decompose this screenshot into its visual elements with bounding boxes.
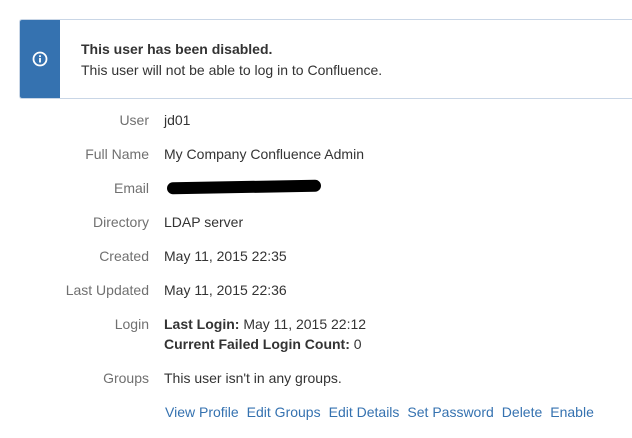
edit-groups-link[interactable]: Edit Groups — [247, 404, 321, 420]
failed-login-count-value: 0 — [353, 336, 362, 352]
banner-title: This user has been disabled. — [81, 41, 273, 57]
disabled-user-banner: This user has been disabled. This user w… — [19, 19, 632, 99]
groups-label: Groups — [103, 370, 149, 386]
email-redaction-mark — [166, 179, 322, 195]
banner-message: This user will not be able to log in to … — [81, 62, 383, 78]
last-updated-value: May 11, 2015 22:36 — [164, 282, 287, 298]
banner-icon-bar — [20, 20, 60, 98]
enable-link[interactable]: Enable — [550, 404, 594, 420]
last-updated-label: Last Updated — [65, 282, 149, 298]
info-icon — [32, 51, 48, 67]
user-details-page: This user has been disabled. This user w… — [0, 0, 632, 438]
last-login-value: May 11, 2015 22:12 — [243, 316, 367, 332]
created-value: May 11, 2015 22:35 — [164, 248, 287, 264]
groups-value: This user isn't in any groups. — [164, 370, 342, 386]
set-password-link[interactable]: Set Password — [407, 404, 493, 420]
user-label: User — [119, 112, 149, 128]
login-label: Login — [114, 316, 149, 332]
created-label: Created — [99, 248, 149, 264]
last-login-line: Last Login: May 11, 2015 22:12 — [164, 314, 366, 334]
edit-details-link[interactable]: Edit Details — [329, 404, 400, 420]
failed-login-count-label: Current Failed Login Count: — [164, 336, 350, 352]
directory-value: LDAP server — [164, 214, 244, 230]
last-login-label: Last Login: — [164, 316, 240, 332]
user-actions: View Profile Edit Groups Edit Details Set P… — [165, 402, 602, 422]
directory-label: Directory — [92, 214, 149, 230]
user-value: jd01 — [164, 112, 191, 128]
full-name-label: Full Name — [85, 146, 149, 162]
delete-link[interactable]: Delete — [502, 404, 542, 420]
failed-login-line: Current Failed Login Count: 0 — [164, 334, 362, 354]
full-name-value: My Company Confluence Admin — [164, 146, 364, 162]
view-profile-link[interactable]: View Profile — [165, 404, 239, 420]
email-label: Email — [113, 180, 149, 196]
